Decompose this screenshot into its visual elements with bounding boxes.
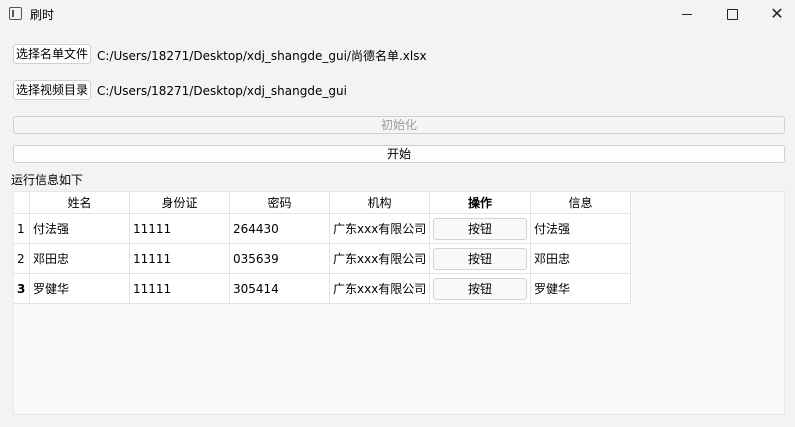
cell-password[interactable]: 264430: [229, 213, 330, 244]
log-label: 运行信息如下: [11, 173, 84, 187]
row-number: 1: [14, 213, 30, 244]
init-button[interactable]: 初始化: [13, 116, 785, 134]
table-header-row: 姓名 身份证 密码 机构 操作 信息: [14, 192, 631, 214]
header-name[interactable]: 姓名: [29, 192, 130, 214]
cell-id[interactable]: 11111: [129, 273, 230, 304]
maximize-icon: [726, 8, 738, 20]
cell-name[interactable]: 付法强: [29, 213, 130, 244]
cell-name[interactable]: 邓田忠: [29, 243, 130, 274]
cell-org[interactable]: 广东xxx有限公司: [329, 243, 430, 274]
cell-id[interactable]: 11111: [129, 213, 230, 244]
info-table[interactable]: 姓名 身份证 密码 机构 操作 信息 1 付法强 11111 264430 广东…: [13, 191, 785, 415]
close-icon: ✕: [770, 4, 784, 23]
start-button[interactable]: 开始: [13, 145, 785, 163]
cell-action: 按钮: [429, 273, 531, 304]
cell-action: 按钮: [429, 213, 531, 244]
cell-password[interactable]: 305414: [229, 273, 330, 304]
window-title: 刷时: [30, 8, 55, 22]
header-action[interactable]: 操作: [429, 192, 531, 214]
minimize-icon: [682, 13, 692, 15]
cell-info[interactable]: 邓田忠: [530, 243, 631, 274]
header-org[interactable]: 机构: [329, 192, 430, 214]
app-icon: [9, 7, 22, 20]
row-action-button[interactable]: 按钮: [433, 247, 527, 270]
cell-password[interactable]: 035639: [229, 243, 330, 274]
row-number: 3: [14, 273, 30, 304]
cell-info[interactable]: 付法强: [530, 213, 631, 244]
cell-name[interactable]: 罗健华: [29, 273, 130, 304]
video-dir-path: C:/Users/18271/Desktop/xdj_shangde_gui: [97, 84, 347, 98]
list-file-path: C:/Users/18271/Desktop/xdj_shangde_gui/尚…: [97, 49, 427, 63]
minimize-button[interactable]: [664, 0, 710, 28]
select-video-dir-button[interactable]: 选择视频目录: [13, 80, 92, 100]
row-number-header: [14, 192, 30, 214]
cell-action: 按钮: [429, 243, 531, 274]
cell-id[interactable]: 11111: [129, 243, 230, 274]
header-password[interactable]: 密码: [229, 192, 330, 214]
row-number: 2: [14, 243, 30, 274]
select-list-file-button[interactable]: 选择名单文件: [13, 44, 92, 64]
cell-org[interactable]: 广东xxx有限公司: [329, 273, 430, 304]
table-row[interactable]: 2 邓田忠 11111 035639 广东xxx有限公司 按钮 邓田忠: [14, 243, 631, 274]
header-info[interactable]: 信息: [530, 192, 631, 214]
close-button[interactable]: ✕: [754, 0, 795, 28]
header-id[interactable]: 身份证: [129, 192, 230, 214]
row-action-button[interactable]: 按钮: [433, 217, 527, 240]
table: 姓名 身份证 密码 机构 操作 信息 1 付法强 11111 264430 广东…: [14, 192, 631, 304]
cell-info[interactable]: 罗健华: [530, 273, 631, 304]
title-bar: 刷时 ✕: [0, 0, 795, 28]
table-row[interactable]: 3 罗健华 11111 305414 广东xxx有限公司 按钮 罗健华: [14, 273, 631, 304]
maximize-button[interactable]: [709, 0, 755, 28]
row-action-button[interactable]: 按钮: [433, 277, 527, 300]
cell-org[interactable]: 广东xxx有限公司: [329, 213, 430, 244]
table-row[interactable]: 1 付法强 11111 264430 广东xxx有限公司 按钮 付法强: [14, 213, 631, 244]
